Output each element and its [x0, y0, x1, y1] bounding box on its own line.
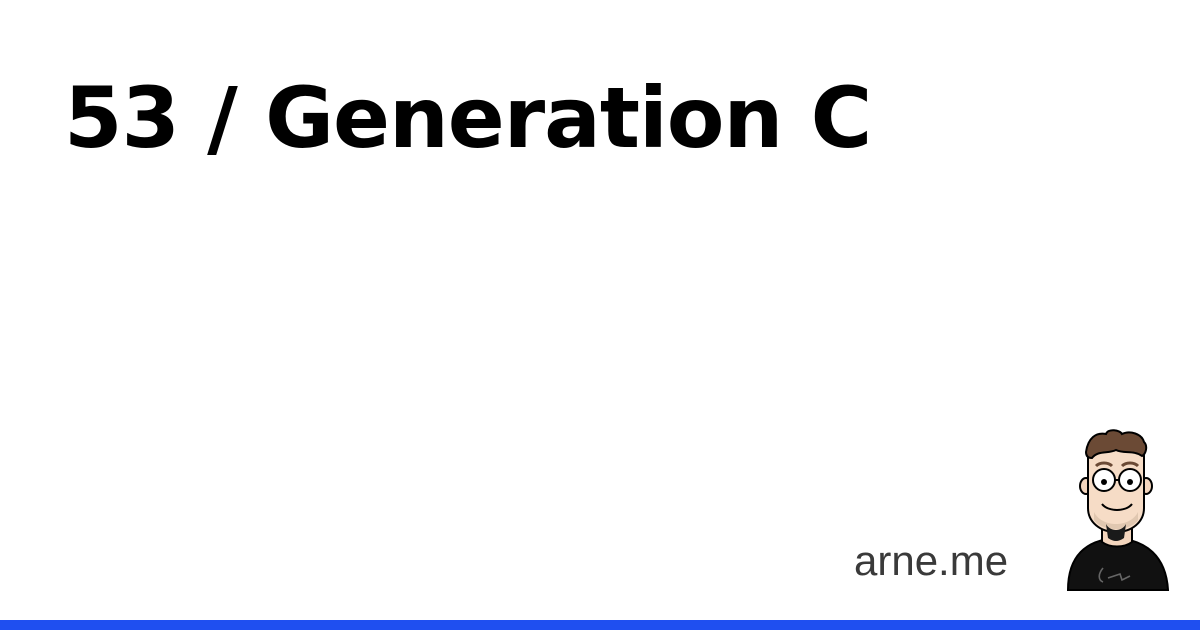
site-domain: arne.me: [854, 537, 1009, 584]
page-title: 53 / Generation C: [64, 69, 872, 167]
avatar-illustration-icon: [1066, 429, 1170, 591]
og-card: 53 / Generation C arne.me: [0, 0, 1200, 630]
accent-bar: [0, 620, 1200, 630]
